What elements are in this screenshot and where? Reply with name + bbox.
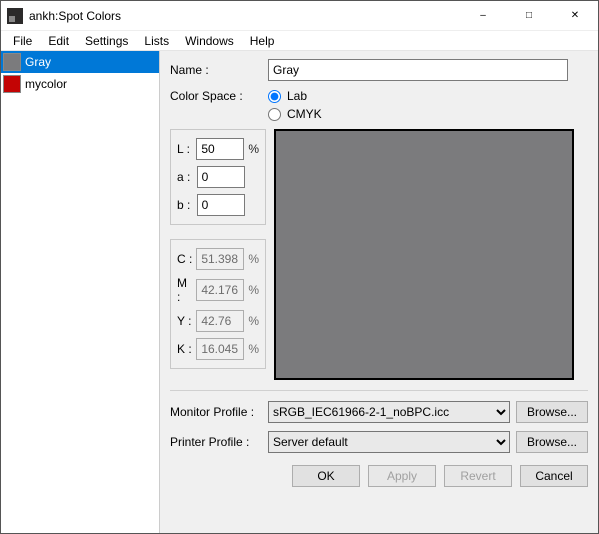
m-label: M : (177, 276, 192, 304)
radio-cmyk[interactable]: CMYK (268, 107, 322, 121)
c-label: C : (177, 252, 192, 266)
pct-label: % (248, 252, 259, 266)
radio-lab[interactable]: Lab (268, 89, 322, 103)
k-label: K : (177, 342, 192, 356)
pct-label: % (248, 314, 259, 328)
monitor-profile-label: Monitor Profile : (170, 405, 262, 419)
ok-button[interactable]: OK (292, 465, 360, 487)
menu-settings[interactable]: Settings (77, 32, 136, 50)
k-input (196, 338, 244, 360)
color-preview (274, 129, 574, 380)
app-icon (7, 8, 23, 24)
colorspace-label: Color Space : (170, 89, 262, 103)
a-input[interactable] (197, 166, 245, 188)
maximize-button[interactable]: □ (506, 1, 552, 31)
apply-button[interactable]: Apply (368, 465, 436, 487)
radio-lab-label: Lab (287, 89, 307, 103)
list-item[interactable]: mycolor (1, 73, 159, 95)
radio-lab-input[interactable] (268, 90, 281, 103)
radio-cmyk-label: CMYK (287, 107, 322, 121)
pct-label: % (248, 283, 259, 297)
menubar: File Edit Settings Lists Windows Help (1, 31, 598, 51)
printer-profile-label: Printer Profile : (170, 435, 262, 449)
pct-label: % (248, 142, 259, 156)
close-button[interactable]: ✕ (552, 1, 598, 31)
cancel-button[interactable]: Cancel (520, 465, 588, 487)
menu-file[interactable]: File (5, 32, 40, 50)
menu-windows[interactable]: Windows (177, 32, 242, 50)
b-input[interactable] (197, 194, 245, 216)
monitor-profile-select[interactable]: sRGB_IEC61966-2-1_noBPC.icc (268, 401, 510, 423)
revert-button[interactable]: Revert (444, 465, 512, 487)
monitor-browse-button[interactable]: Browse... (516, 401, 588, 423)
l-input[interactable] (196, 138, 244, 160)
name-input[interactable] (268, 59, 568, 81)
y-label: Y : (177, 314, 192, 328)
content-panel: Name : Color Space : Lab CMYK L : (160, 51, 598, 533)
window-title: ankh:Spot Colors (29, 9, 121, 23)
printer-browse-button[interactable]: Browse... (516, 431, 588, 453)
a-label: a : (177, 170, 193, 184)
b-label: b : (177, 198, 193, 212)
printer-profile-select[interactable]: Server default (268, 431, 510, 453)
c-input (196, 248, 244, 270)
name-label: Name : (170, 63, 262, 77)
menu-help[interactable]: Help (242, 32, 283, 50)
menu-lists[interactable]: Lists (136, 32, 177, 50)
y-input (196, 310, 244, 332)
menu-edit[interactable]: Edit (40, 32, 77, 50)
minimize-button[interactable]: – (460, 1, 506, 31)
pct-label: % (248, 342, 259, 356)
list-item-label: mycolor (25, 77, 67, 91)
list-item-label: Gray (25, 55, 51, 69)
list-item[interactable]: Gray (1, 51, 159, 73)
m-input (196, 279, 244, 301)
color-swatch (3, 53, 21, 71)
l-label: L : (177, 142, 192, 156)
color-list[interactable]: Gray mycolor (1, 51, 160, 533)
radio-cmyk-input[interactable] (268, 108, 281, 121)
cmyk-group: C : % M : % Y : % K : (170, 239, 266, 369)
lab-group: L : % a : b : (170, 129, 266, 225)
titlebar: ankh:Spot Colors – □ ✕ (1, 1, 598, 31)
color-swatch (3, 75, 21, 93)
